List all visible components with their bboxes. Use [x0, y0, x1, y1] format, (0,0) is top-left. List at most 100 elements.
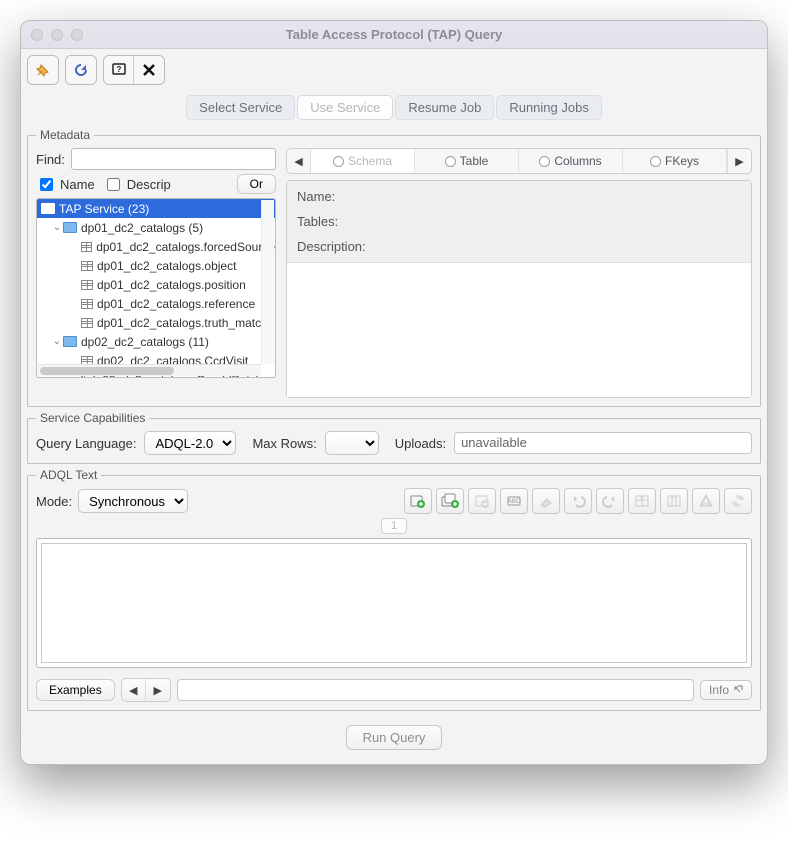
- radio-icon: [333, 156, 344, 167]
- filter-name-label: Name: [60, 177, 95, 192]
- svg-text:COL: COL: [671, 496, 678, 500]
- remove-tab-button[interactable]: [468, 488, 496, 514]
- undo-button[interactable]: [564, 488, 592, 514]
- format-button[interactable]: [724, 488, 752, 514]
- max-rows-label: Max Rows:: [252, 436, 316, 451]
- validate-button[interactable]: [692, 488, 720, 514]
- copy-tab-button[interactable]: [436, 488, 464, 514]
- svg-text:TBL: TBL: [639, 496, 645, 500]
- main-tabs: Select Service Use Service Resume Job Ru…: [21, 85, 767, 124]
- tab-table[interactable]: Table: [415, 149, 519, 173]
- traffic-lights: [21, 29, 83, 41]
- collapse-icon[interactable]: ⌄: [51, 336, 63, 347]
- example-prev-button[interactable]: ◀: [122, 679, 146, 701]
- schema-tree[interactable]: TAP Service (23) ⌄ dp01_dc2_catalogs (5)…: [36, 198, 276, 378]
- table-icon: [81, 299, 93, 309]
- tabs-next-button[interactable]: ▶: [727, 149, 751, 173]
- tab-use-service[interactable]: Use Service: [297, 95, 393, 120]
- collapse-icon[interactable]: ⌄: [51, 222, 63, 233]
- tree-leaf[interactable]: dp01_dc2_catalogs.truth_match: [37, 313, 275, 332]
- tree-leaf-label: dp01_dc2_catalogs.position: [97, 278, 246, 292]
- folder-icon: [63, 222, 77, 233]
- find-label: Find:: [36, 152, 65, 167]
- tab-select-service[interactable]: Select Service: [186, 95, 295, 120]
- filter-name-checkbox[interactable]: [40, 178, 53, 191]
- filter-descrip-checkbox[interactable]: [107, 178, 120, 191]
- query-tab-1[interactable]: 1: [381, 518, 407, 534]
- info-label: Info: [709, 683, 729, 697]
- svg-text:?: ?: [116, 65, 121, 74]
- close-dot[interactable]: [31, 29, 43, 41]
- mode-label: Mode:: [36, 494, 72, 509]
- adql-editor[interactable]: [41, 543, 747, 663]
- tree-group[interactable]: ⌄ dp01_dc2_catalogs (5): [37, 218, 275, 237]
- tree-leaf[interactable]: dp01_dc2_catalogs.object: [37, 256, 275, 275]
- find-input[interactable]: [71, 148, 276, 170]
- tree-scrollbar-y[interactable]: [261, 200, 274, 364]
- capabilities-section: Service Capabilities Query Language: ADQ…: [27, 411, 761, 464]
- tree-leaf[interactable]: dp01_dc2_catalogs.forcedSource: [37, 237, 275, 256]
- detail-description-label: Description:: [297, 239, 741, 254]
- svg-text:ABC: ABC: [508, 499, 521, 505]
- radio-icon: [650, 156, 661, 167]
- examples-button[interactable]: Examples: [36, 679, 115, 701]
- detail-name-label: Name:: [297, 189, 741, 204]
- detail-box: Name: Tables: Description:: [286, 180, 752, 398]
- capabilities-legend: Service Capabilities: [36, 411, 149, 425]
- tab-fkeys-label: FKeys: [665, 154, 699, 168]
- insert-table-button[interactable]: TBL: [628, 488, 656, 514]
- mode-select[interactable]: Synchronous: [78, 489, 188, 513]
- uploads-label: Uploads:: [395, 436, 446, 451]
- run-query-button[interactable]: Run Query: [346, 725, 443, 750]
- metadata-section: Metadata Find: Name Descrip Or: [27, 128, 761, 407]
- max-rows-select[interactable]: [325, 431, 379, 455]
- titlebar: Table Access Protocol (TAP) Query: [21, 21, 767, 49]
- query-lang-select[interactable]: ADQL-2.0: [144, 431, 236, 455]
- min-dot[interactable]: [51, 29, 63, 41]
- edit-title-button[interactable]: ABC: [500, 488, 528, 514]
- tab-columns[interactable]: Columns: [519, 149, 623, 173]
- tab-running-jobs[interactable]: Running Jobs: [496, 95, 602, 120]
- insert-cols-button[interactable]: COL: [660, 488, 688, 514]
- filter-descrip-label: Descrip: [127, 177, 171, 192]
- tree-group[interactable]: ⌄ dp02_dc2_catalogs (11): [37, 332, 275, 351]
- tree-group-label: dp01_dc2_catalogs (5): [81, 221, 203, 235]
- help-button[interactable]: ?: [104, 56, 134, 84]
- tab-schema[interactable]: Schema: [311, 149, 415, 173]
- example-field: [177, 679, 694, 701]
- tree-root-label: TAP Service (23): [59, 202, 149, 216]
- tabs-prev-button[interactable]: ◀: [287, 149, 311, 173]
- external-link-icon: [733, 685, 743, 695]
- zoom-dot[interactable]: [71, 29, 83, 41]
- tree-group-label: dp02_dc2_catalogs (11): [81, 335, 209, 349]
- table-icon: [81, 318, 93, 328]
- add-tab-button[interactable]: [404, 488, 432, 514]
- tab-schema-label: Schema: [348, 154, 392, 168]
- tree-leaf[interactable]: dp01_dc2_catalogs.reference: [37, 294, 275, 313]
- app-window: Table Access Protocol (TAP) Query: [20, 20, 768, 765]
- or-button[interactable]: Or: [237, 174, 276, 194]
- tree-root[interactable]: TAP Service (23): [37, 199, 275, 218]
- tab-resume-job[interactable]: Resume Job: [395, 95, 494, 120]
- window-title: Table Access Protocol (TAP) Query: [21, 27, 767, 42]
- redo-button[interactable]: [596, 488, 624, 514]
- editor-frame: [36, 538, 752, 668]
- tree-scrollbar-x[interactable]: [38, 364, 261, 376]
- clear-button[interactable]: [532, 488, 560, 514]
- tab-fkeys[interactable]: FKeys: [623, 149, 727, 173]
- reload-button[interactable]: [66, 56, 96, 84]
- metadata-legend: Metadata: [36, 128, 94, 142]
- example-next-button[interactable]: ▶: [146, 679, 170, 701]
- info-button[interactable]: Info: [700, 680, 752, 700]
- pin-button[interactable]: [28, 56, 58, 84]
- folder-icon: [63, 336, 77, 347]
- computer-icon: [41, 203, 55, 214]
- tree-leaf[interactable]: dp01_dc2_catalogs.position: [37, 275, 275, 294]
- table-icon: [81, 242, 92, 252]
- detail-tables-label: Tables:: [297, 214, 741, 229]
- cancel-button[interactable]: [134, 56, 164, 84]
- detail-body: [287, 263, 751, 397]
- tree-leaf-label: dp01_dc2_catalogs.object: [97, 259, 236, 273]
- uploads-value: unavailable: [461, 435, 527, 450]
- tree-leaf-label: dp01_dc2_catalogs.forcedSource: [96, 240, 275, 254]
